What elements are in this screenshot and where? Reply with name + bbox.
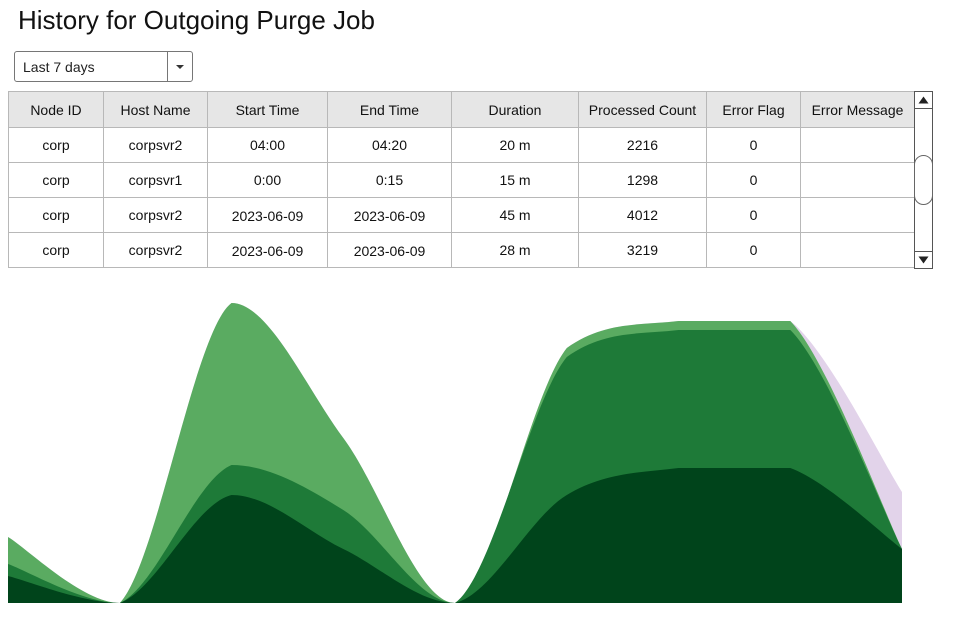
cell-end-time: 2023-06-09 18:28:00 <box>327 232 452 268</box>
column-header-processed-count[interactable]: Processed Count <box>578 91 707 128</box>
cell-processed-count: 3219 <box>578 232 707 268</box>
chevron-down-icon[interactable] <box>167 52 192 81</box>
cell-host-name: corpsvr2 <box>103 232 208 268</box>
column-header-start-time[interactable]: Start Time <box>207 91 328 128</box>
cell-duration: 45 m <box>451 197 579 233</box>
table-row[interactable]: corp corpsvr1 0:00 0:15 15 m 1298 0 <box>8 162 915 198</box>
cell-duration: 20 m <box>451 127 579 163</box>
column-header-error-message[interactable]: Error Message <box>800 91 915 128</box>
page-title: History for Outgoing Purge Job <box>18 5 375 35</box>
cell-error-flag: 0 <box>706 232 801 268</box>
cell-error-message <box>800 162 915 198</box>
cell-node-id: corp <box>8 232 104 268</box>
cell-processed-count: 1298 <box>578 162 707 198</box>
cell-error-flag: 0 <box>706 127 801 163</box>
cell-host-name: corpsvr2 <box>103 127 208 163</box>
cell-start-time: 0:00 <box>207 162 328 198</box>
column-header-end-time[interactable]: End Time <box>327 91 452 128</box>
cell-processed-count: 4012 <box>578 197 707 233</box>
table-row[interactable]: corp corpsvr2 2023-06-09 21:00:00 2023-0… <box>8 197 915 233</box>
table-scrollbar[interactable] <box>914 91 933 269</box>
cell-duration: 28 m <box>451 232 579 268</box>
cell-host-name: corpsvr1 <box>103 162 208 198</box>
table-header-row: Node ID Host Name Start Time End Time Du… <box>8 91 915 128</box>
cell-error-flag: 0 <box>706 162 801 198</box>
table-row[interactable]: corp corpsvr2 2023-06-09 18:00:00 2023-0… <box>8 232 915 268</box>
cell-end-time-text: 2023-06-09 21:45:00 <box>353 208 426 224</box>
history-table: Node ID Host Name Start Time End Time Du… <box>8 91 915 268</box>
scroll-down-arrow-icon[interactable] <box>915 251 932 268</box>
cell-node-id: corp <box>8 197 104 233</box>
cell-end-time: 0:15 <box>327 162 452 198</box>
cell-error-flag: 0 <box>706 197 801 233</box>
cell-start-time-text: 2023-06-09 21:00:00 <box>231 208 304 224</box>
cell-error-message <box>800 127 915 163</box>
cell-start-time-text: 2023-06-09 18:00:00 <box>231 243 304 259</box>
history-area-chart <box>8 303 902 603</box>
history-table-container: Node ID Host Name Start Time End Time Du… <box>8 91 933 269</box>
cell-node-id: corp <box>8 127 104 163</box>
table-row[interactable]: corp corpsvr2 04:00 04:20 20 m 2216 0 <box>8 127 915 163</box>
scroll-up-arrow-icon[interactable] <box>915 92 932 109</box>
date-range-select[interactable]: Last 7 days <box>14 51 193 82</box>
column-header-node-id[interactable]: Node ID <box>8 91 104 128</box>
cell-start-time: 2023-06-09 21:00:00 <box>207 197 328 233</box>
cell-host-name: corpsvr2 <box>103 197 208 233</box>
cell-start-time: 2023-06-09 18:00:00 <box>207 232 328 268</box>
date-range-value: Last 7 days <box>23 58 95 75</box>
column-header-error-flag[interactable]: Error Flag <box>706 91 801 128</box>
scrollbar-thumb[interactable] <box>914 155 933 205</box>
cell-error-message <box>800 232 915 268</box>
cell-end-time: 04:20 <box>327 127 452 163</box>
cell-end-time-text: 2023-06-09 18:28:00 <box>353 243 426 259</box>
cell-error-message <box>800 197 915 233</box>
cell-end-time: 2023-06-09 21:45:00 <box>327 197 452 233</box>
column-header-duration[interactable]: Duration <box>451 91 579 128</box>
cell-start-time: 04:00 <box>207 127 328 163</box>
column-header-host-name[interactable]: Host Name <box>103 91 208 128</box>
cell-node-id: corp <box>8 162 104 198</box>
cell-processed-count: 2216 <box>578 127 707 163</box>
cell-duration: 15 m <box>451 162 579 198</box>
